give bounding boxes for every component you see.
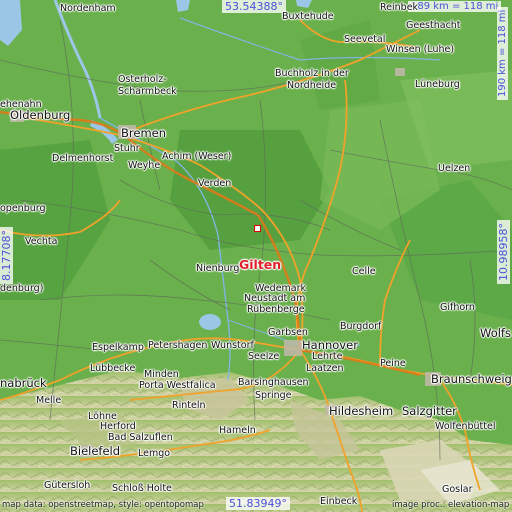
place-wolfenbuettel: Wolfenbüttel	[435, 421, 496, 432]
place-nabrueck: nabrück	[0, 376, 47, 390]
place-reinbek: Reinbek	[380, 2, 419, 13]
place-petershagen: Petershagen	[148, 340, 208, 351]
place-seevetal: Seevetal	[344, 34, 386, 45]
place-lehrte: Lehrte	[312, 351, 343, 362]
longitude-right: 10.98958°	[497, 220, 510, 284]
place-espelkamp: Espelkamp	[92, 342, 144, 353]
place-bad-salzuflen: Bad Salzuflen	[108, 432, 173, 443]
place-lueneburg: Lüneburg	[415, 79, 460, 90]
place-laatzen: Laatzen	[306, 363, 344, 374]
place-stuhr: Stuhr	[114, 143, 140, 154]
place-schloss-holte: Schloß Holte	[112, 483, 172, 494]
place-geesthacht: Geesthacht	[406, 20, 461, 31]
place-openburg: openburg	[0, 203, 46, 214]
place-goslar: Goslar	[442, 484, 473, 495]
place-springe: Springe	[255, 390, 292, 401]
attribution-right: image proc.: elevation-map	[392, 500, 510, 510]
place-verden: Verden	[198, 178, 232, 189]
place-einbeck: Einbeck	[320, 496, 358, 507]
place-wolfs: Wolfs	[480, 326, 511, 340]
place-barsinghausen: Barsinghausen	[238, 377, 309, 388]
place-herford: Herford	[100, 421, 136, 432]
latitude-top: 53.54388°	[222, 0, 286, 13]
place-buchholz: Buchholz in der	[275, 68, 349, 79]
place-osterholz: Osterholz-	[118, 74, 167, 85]
place-denburg: denburg)	[0, 283, 44, 294]
attribution-left: map data: openstreetmap, style: opentopo…	[2, 500, 204, 510]
place-winsen: Winsen (Luhe)	[386, 44, 455, 55]
vertical-scale: 190 km = 118 mi	[497, 6, 508, 100]
place-seelze: Seelze	[248, 351, 280, 362]
place-neustadt: Neustadt am	[244, 293, 306, 304]
place-bielefeld: Bielefeld	[70, 444, 121, 458]
horizontal-scale: 189 km = 118 mi	[408, 1, 502, 12]
place-nienburg: Nienburg	[196, 263, 240, 274]
place-hildesheim: Hildesheim	[329, 404, 394, 418]
place-minden: Minden	[144, 369, 179, 380]
place-ruebenberge: Rübenberge	[247, 304, 305, 315]
map-canvas[interactable]: 53.54388° 51.83949° 8.17708° 10.98958° 1…	[0, 0, 512, 512]
place-vechta: Vechta	[25, 236, 58, 247]
latitude-bottom: 51.83949°	[226, 497, 290, 510]
place-buxtehude: Buxtehude	[282, 11, 334, 22]
place-melle: Melle	[36, 395, 62, 406]
place-gilten[interactable]: Gilten	[239, 258, 281, 271]
place-scharmbeck: Scharmbeck	[118, 86, 177, 97]
place-nordheide: Nordheide	[287, 80, 337, 91]
place-weyhe: Weyhe	[128, 160, 161, 171]
location-marker[interactable]	[254, 225, 261, 232]
place-oldenburg: Oldenburg	[10, 108, 71, 122]
longitude-left: 8.17708°	[0, 227, 13, 284]
place-lemgo: Lemgo	[138, 448, 171, 459]
place-luebbecke: Lübbecke	[90, 363, 136, 374]
place-delmenhorst: Delmenhorst	[52, 153, 114, 164]
place-braunschweig: Braunschweig	[431, 372, 512, 386]
place-rinteln: Rinteln	[172, 400, 206, 411]
place-bremen: Bremen	[121, 126, 167, 140]
place-porta: Porta Westfalica	[139, 380, 216, 391]
place-uelzen: Uelzen	[438, 163, 471, 174]
place-nordenham: Nordenham	[60, 3, 116, 14]
place-peine: Peine	[380, 358, 406, 369]
place-celle: Celle	[352, 266, 376, 277]
terrain-layer	[0, 0, 512, 512]
place-hameln: Hameln	[219, 425, 256, 436]
place-garbsen: Garbsen	[268, 327, 308, 338]
place-gifhorn: Gifhorn	[440, 302, 475, 313]
place-wunstorf: Wunstorf	[211, 340, 254, 351]
place-guetersloh: Gütersloh	[44, 480, 91, 491]
place-salzgitter: Salzgitter	[402, 404, 457, 418]
place-burgdorf: Burgdorf	[340, 321, 382, 332]
place-achim: Achim (Weser)	[162, 151, 232, 162]
